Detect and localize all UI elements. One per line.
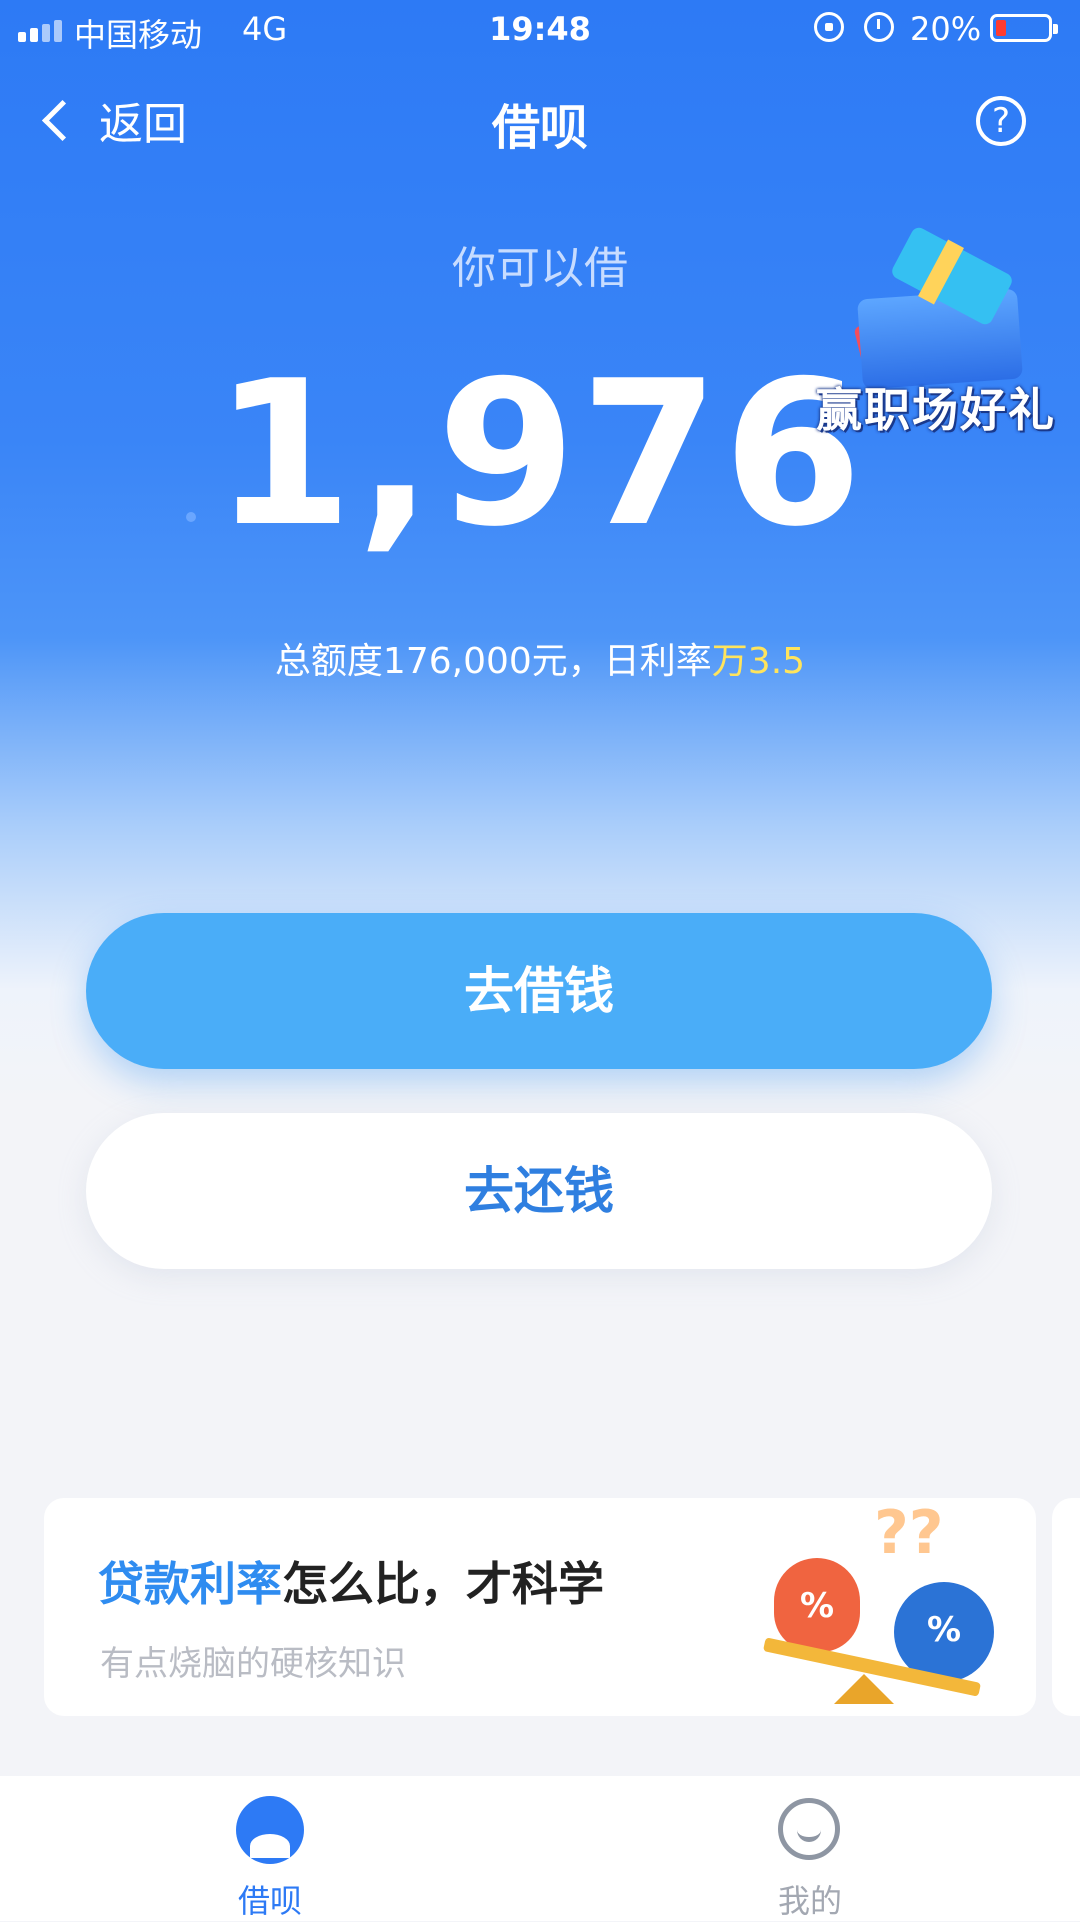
help-icon[interactable]: ? — [976, 96, 1026, 146]
next-article-card[interactable] — [1052, 1498, 1080, 1716]
seesaw-base — [834, 1674, 894, 1704]
battery-fill — [996, 20, 1006, 36]
article-title-highlight: 贷款利率 — [98, 1557, 282, 1611]
tab-label: 借呗 — [237, 1882, 302, 1920]
page-title: 借呗 — [491, 100, 588, 156]
battery-icon — [990, 14, 1058, 42]
article-card[interactable]: 贷款利率怎么比，才科学 有点烧脑的硬核知识 ?? % % — [44, 1498, 1036, 1716]
gift-promo-banner[interactable]: 赢职场好礼 — [800, 224, 1072, 444]
tab-bar: 借呗 我的 — [0, 1776, 1080, 1921]
percent-symbol: % — [926, 1610, 962, 1650]
battery-percent: 20% — [910, 10, 982, 48]
alarm-icon — [864, 12, 894, 42]
tab-jiebei[interactable]: 借呗 — [170, 1776, 370, 1921]
daily-rate: 万3.5 — [711, 641, 806, 682]
borrow-button[interactable]: 去借钱 — [86, 913, 992, 1069]
status-bar: 中国移动 4G 19:48 20% — [0, 0, 1080, 58]
article-subtitle: 有点烧脑的硬核知识 — [100, 1644, 406, 1684]
article-title: 贷款利率怎么比，才科学 — [98, 1548, 604, 1614]
tab-label: 我的 — [777, 1882, 842, 1920]
article-title-rest: 怎么比，才科学 — [282, 1557, 604, 1611]
jiebei-shell-icon — [236, 1796, 304, 1864]
decor-dot — [186, 512, 196, 522]
rotation-lock-icon — [814, 12, 844, 42]
quota-text: 总额度176,000元，日利率 — [274, 641, 712, 682]
scale-illustration: ?? % % — [724, 1498, 1024, 1716]
tab-mine[interactable]: 我的 — [710, 1776, 910, 1921]
quota-info: 总额度176,000元，日利率万3.5 — [0, 632, 1080, 684]
money-bag-icon: % — [774, 1558, 860, 1652]
promo-text: 赢职场好礼 — [816, 383, 1056, 437]
repay-button[interactable]: 去还钱 — [86, 1113, 992, 1269]
percent-symbol: % — [799, 1586, 835, 1626]
smiley-icon — [778, 1798, 840, 1860]
question-mark-icon: ?? — [874, 1498, 944, 1568]
